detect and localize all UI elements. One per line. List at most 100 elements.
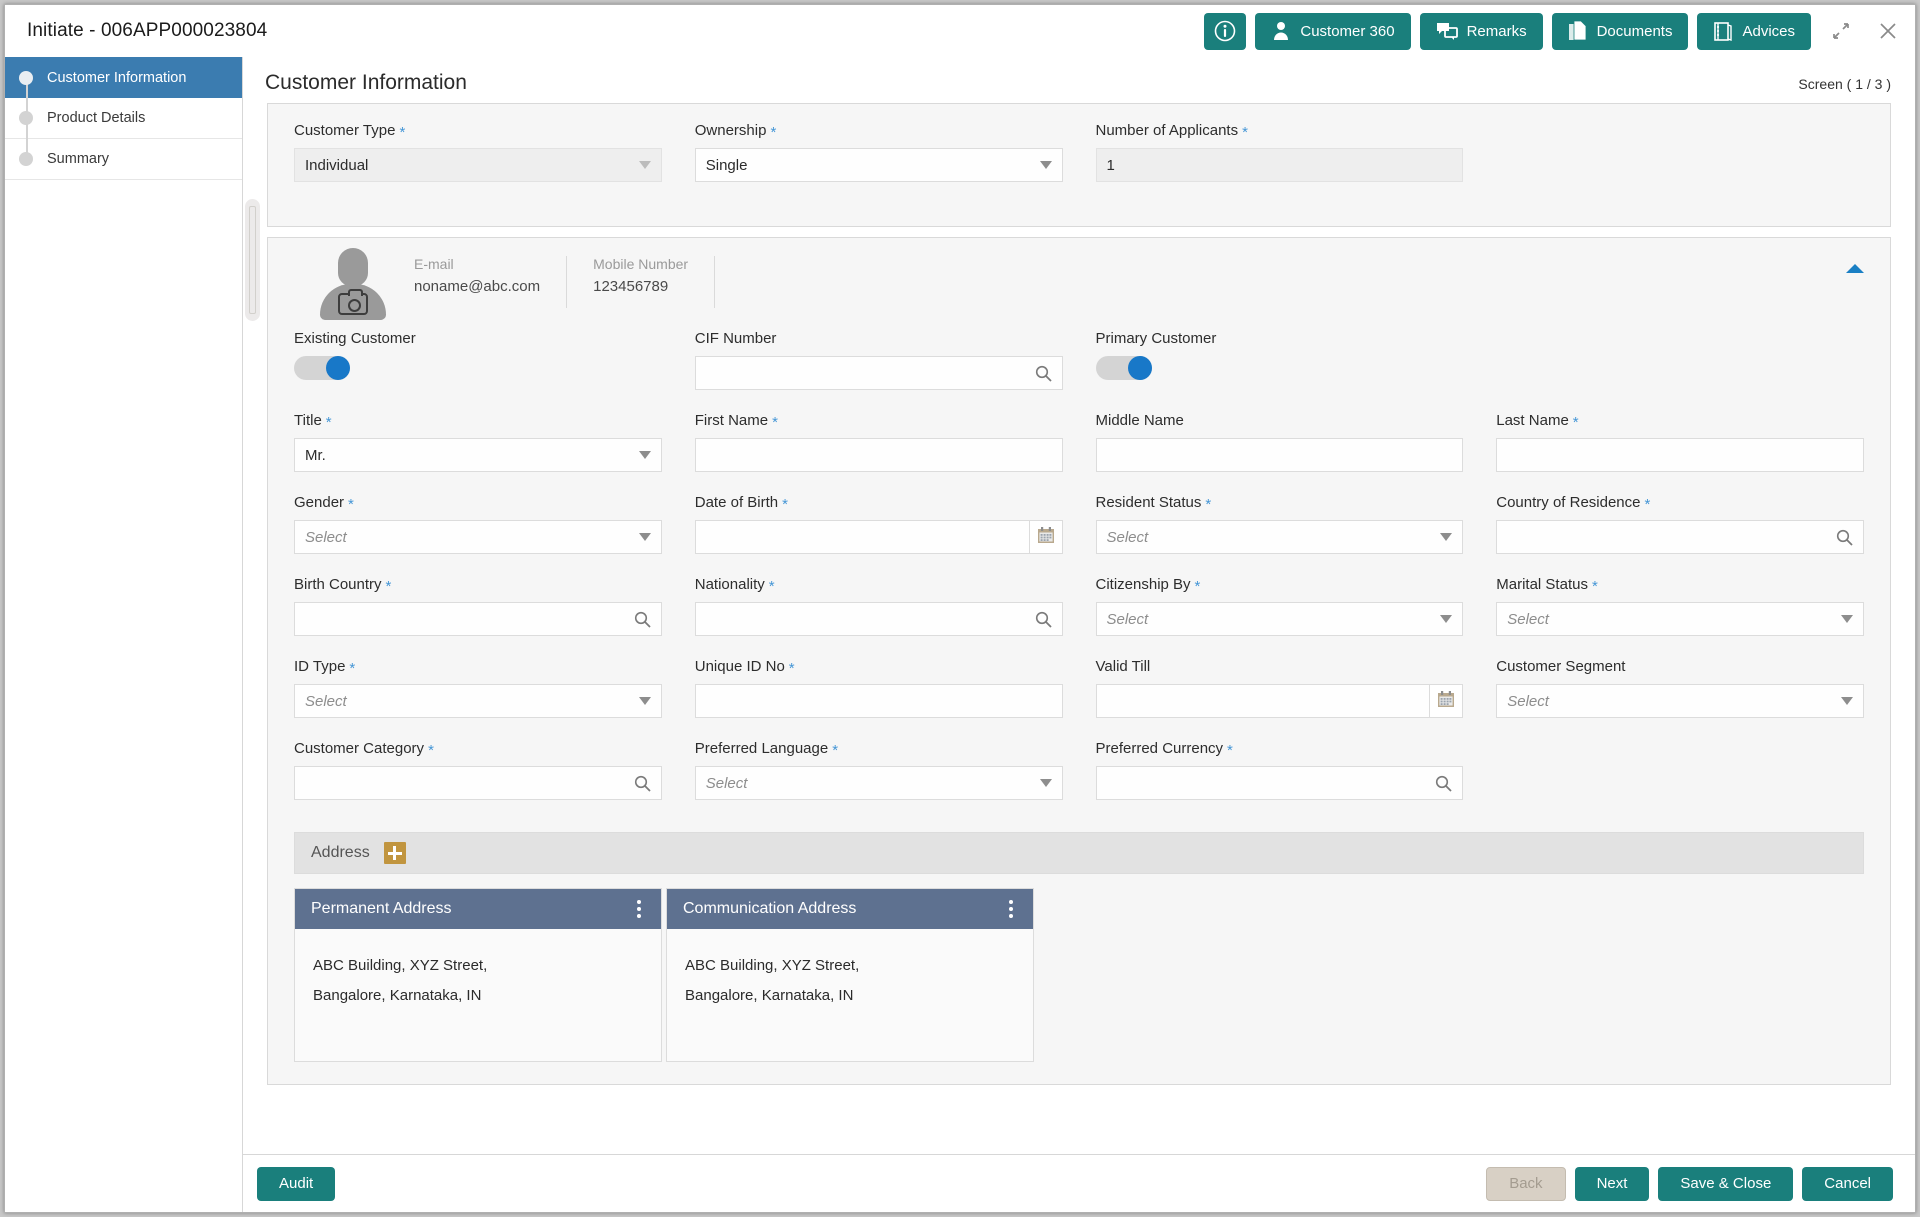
close-button[interactable] bbox=[1871, 14, 1905, 48]
advices-button[interactable]: Advices bbox=[1697, 12, 1811, 50]
last-name-input[interactable] bbox=[1496, 438, 1864, 472]
address-cards: Permanent Address ABC Building, XYZ Stree… bbox=[294, 874, 1864, 1062]
mobile-value: 123456789 bbox=[593, 278, 669, 295]
remarks-button[interactable]: Remarks bbox=[1419, 12, 1543, 50]
required-asterisk: * bbox=[1572, 414, 1579, 431]
required-asterisk: * bbox=[385, 578, 392, 595]
calendar-picker-button[interactable] bbox=[1429, 684, 1464, 718]
marital-status-select[interactable]: Select bbox=[1496, 602, 1864, 636]
mobile-block: Mobile Number 123456789 bbox=[567, 256, 716, 308]
toggles-row: Existing Customer CIF Number Primary Cus… bbox=[268, 330, 1890, 412]
plus-icon[interactable] bbox=[383, 842, 406, 864]
required-asterisk: * bbox=[325, 414, 332, 431]
documents-label: Documents bbox=[1596, 22, 1673, 40]
date-of-birth-input[interactable] bbox=[694, 520, 1063, 554]
id-type-select[interactable]: Select bbox=[294, 684, 662, 718]
valid-till-input[interactable] bbox=[1095, 684, 1464, 718]
email-value: noname@abc.com bbox=[414, 278, 541, 295]
required-asterisk: * bbox=[348, 496, 354, 513]
citizenship-by-label: Citizenship By * bbox=[1095, 576, 1201, 595]
page-title: Customer Information bbox=[265, 71, 467, 94]
back-button[interactable]: Back bbox=[1486, 1166, 1566, 1201]
first-name-input[interactable] bbox=[694, 438, 1063, 472]
ownership-select[interactable]: Single bbox=[694, 148, 1063, 182]
email-block: E-mail noname@abc.com bbox=[388, 256, 568, 308]
resident-status-select[interactable]: Select bbox=[1095, 520, 1464, 554]
preferred-language-value: Select bbox=[705, 774, 748, 792]
sidebar-item-customer-information[interactable]: Customer Information bbox=[5, 57, 242, 119]
sidebar-item-product-details[interactable]: Product Details bbox=[5, 98, 242, 159]
audit-button[interactable]: Audit bbox=[257, 1166, 336, 1201]
required-asterisk: * bbox=[768, 578, 775, 595]
middle-name-input[interactable] bbox=[1095, 438, 1464, 472]
required-asterisk: * bbox=[782, 496, 788, 513]
minimize-button[interactable] bbox=[1824, 14, 1858, 48]
search-icon[interactable] bbox=[1435, 775, 1452, 792]
footer-bar: Audit Back Next Save & Close Cancel bbox=[243, 1154, 1915, 1212]
nationality-input[interactable] bbox=[694, 602, 1063, 636]
required-asterisk: * bbox=[1205, 496, 1212, 513]
email-label: E-mail bbox=[414, 256, 454, 272]
unique-id-no-input[interactable] bbox=[694, 684, 1063, 718]
birth-country-label: Birth Country * bbox=[294, 576, 392, 595]
required-asterisk: * bbox=[1227, 742, 1233, 759]
chevron-down-icon bbox=[638, 697, 651, 705]
sidebar-item-summary[interactable]: Summary bbox=[5, 139, 242, 180]
number-of-applicants-value: 1 bbox=[1106, 156, 1115, 174]
search-icon[interactable] bbox=[1836, 529, 1853, 546]
documents-icon bbox=[1568, 20, 1588, 42]
sidebar-item-label: Summary bbox=[47, 151, 110, 167]
required-asterisk: * bbox=[788, 660, 795, 677]
gender-select[interactable]: Select bbox=[294, 520, 662, 554]
kebab-menu-icon[interactable] bbox=[633, 896, 645, 922]
title-value: Mr. bbox=[305, 446, 326, 464]
vertical-scrollbar[interactable] bbox=[245, 199, 260, 321]
valid-till-field: Valid Till bbox=[1095, 658, 1464, 718]
customer-category-input[interactable] bbox=[294, 766, 662, 800]
title-select[interactable]: Mr. bbox=[294, 438, 662, 472]
preferred-language-label: Preferred Language * bbox=[694, 740, 839, 759]
marital-status-value: Select bbox=[1507, 610, 1549, 628]
search-icon[interactable] bbox=[1035, 365, 1052, 382]
preferred-language-select[interactable]: Select bbox=[694, 766, 1063, 800]
kebab-menu-icon[interactable] bbox=[1005, 896, 1017, 922]
search-icon[interactable] bbox=[634, 611, 651, 628]
sidebar-item-label: Product Details bbox=[47, 110, 146, 126]
required-asterisk: * bbox=[349, 660, 356, 677]
info-icon bbox=[1214, 20, 1236, 42]
search-icon[interactable] bbox=[1035, 611, 1052, 628]
cif-number-label: CIF Number bbox=[694, 330, 777, 347]
search-icon[interactable] bbox=[634, 775, 651, 792]
calendar-picker-button[interactable] bbox=[1028, 520, 1063, 554]
collapse-section-button[interactable] bbox=[1844, 262, 1866, 280]
first-name-label: First Name * bbox=[694, 412, 778, 431]
customer-segment-field: Customer Segment Select bbox=[1496, 658, 1864, 718]
resident-status-field: Resident Status * Select bbox=[1095, 494, 1464, 554]
title-bar: Initiate - 006APP000023804 Customer 360 … bbox=[5, 5, 1915, 57]
marital-status-field: Marital Status * Select bbox=[1496, 576, 1864, 636]
country-of-residence-field: Country of Residence * bbox=[1496, 494, 1864, 554]
customer-360-button[interactable]: Customer 360 bbox=[1255, 12, 1411, 50]
existing-customer-toggle[interactable] bbox=[294, 356, 350, 380]
existing-customer-label: Existing Customer bbox=[294, 330, 416, 347]
primary-customer-toggle[interactable] bbox=[1095, 356, 1152, 380]
preferred-currency-input[interactable] bbox=[1095, 766, 1464, 800]
birth-country-input[interactable] bbox=[294, 602, 662, 636]
customer-category-label: Customer Category * bbox=[294, 740, 434, 759]
resident-status-label: Resident Status * bbox=[1095, 494, 1212, 513]
citizenship-by-select[interactable]: Select bbox=[1095, 602, 1464, 636]
documents-button[interactable]: Documents bbox=[1551, 12, 1689, 50]
info-button[interactable] bbox=[1204, 12, 1247, 50]
save-and-close-button[interactable]: Save & Close bbox=[1658, 1166, 1794, 1201]
customer-segment-select[interactable]: Select bbox=[1496, 684, 1864, 718]
number-of-applicants-label: Number of Applicants * bbox=[1095, 122, 1248, 141]
customer-type-select: Individual bbox=[294, 148, 662, 182]
cif-number-field: CIF Number bbox=[694, 330, 1063, 390]
cancel-button[interactable]: Cancel bbox=[1802, 1166, 1893, 1201]
main-content: Customer Information Screen ( 1 / 3 ) Cu… bbox=[243, 57, 1915, 1212]
title-label: Title * bbox=[294, 412, 332, 431]
avatar-camera-icon[interactable] bbox=[316, 246, 388, 320]
next-button[interactable]: Next bbox=[1574, 1166, 1650, 1201]
cif-number-input[interactable] bbox=[694, 356, 1063, 390]
country-of-residence-input[interactable] bbox=[1496, 520, 1864, 554]
